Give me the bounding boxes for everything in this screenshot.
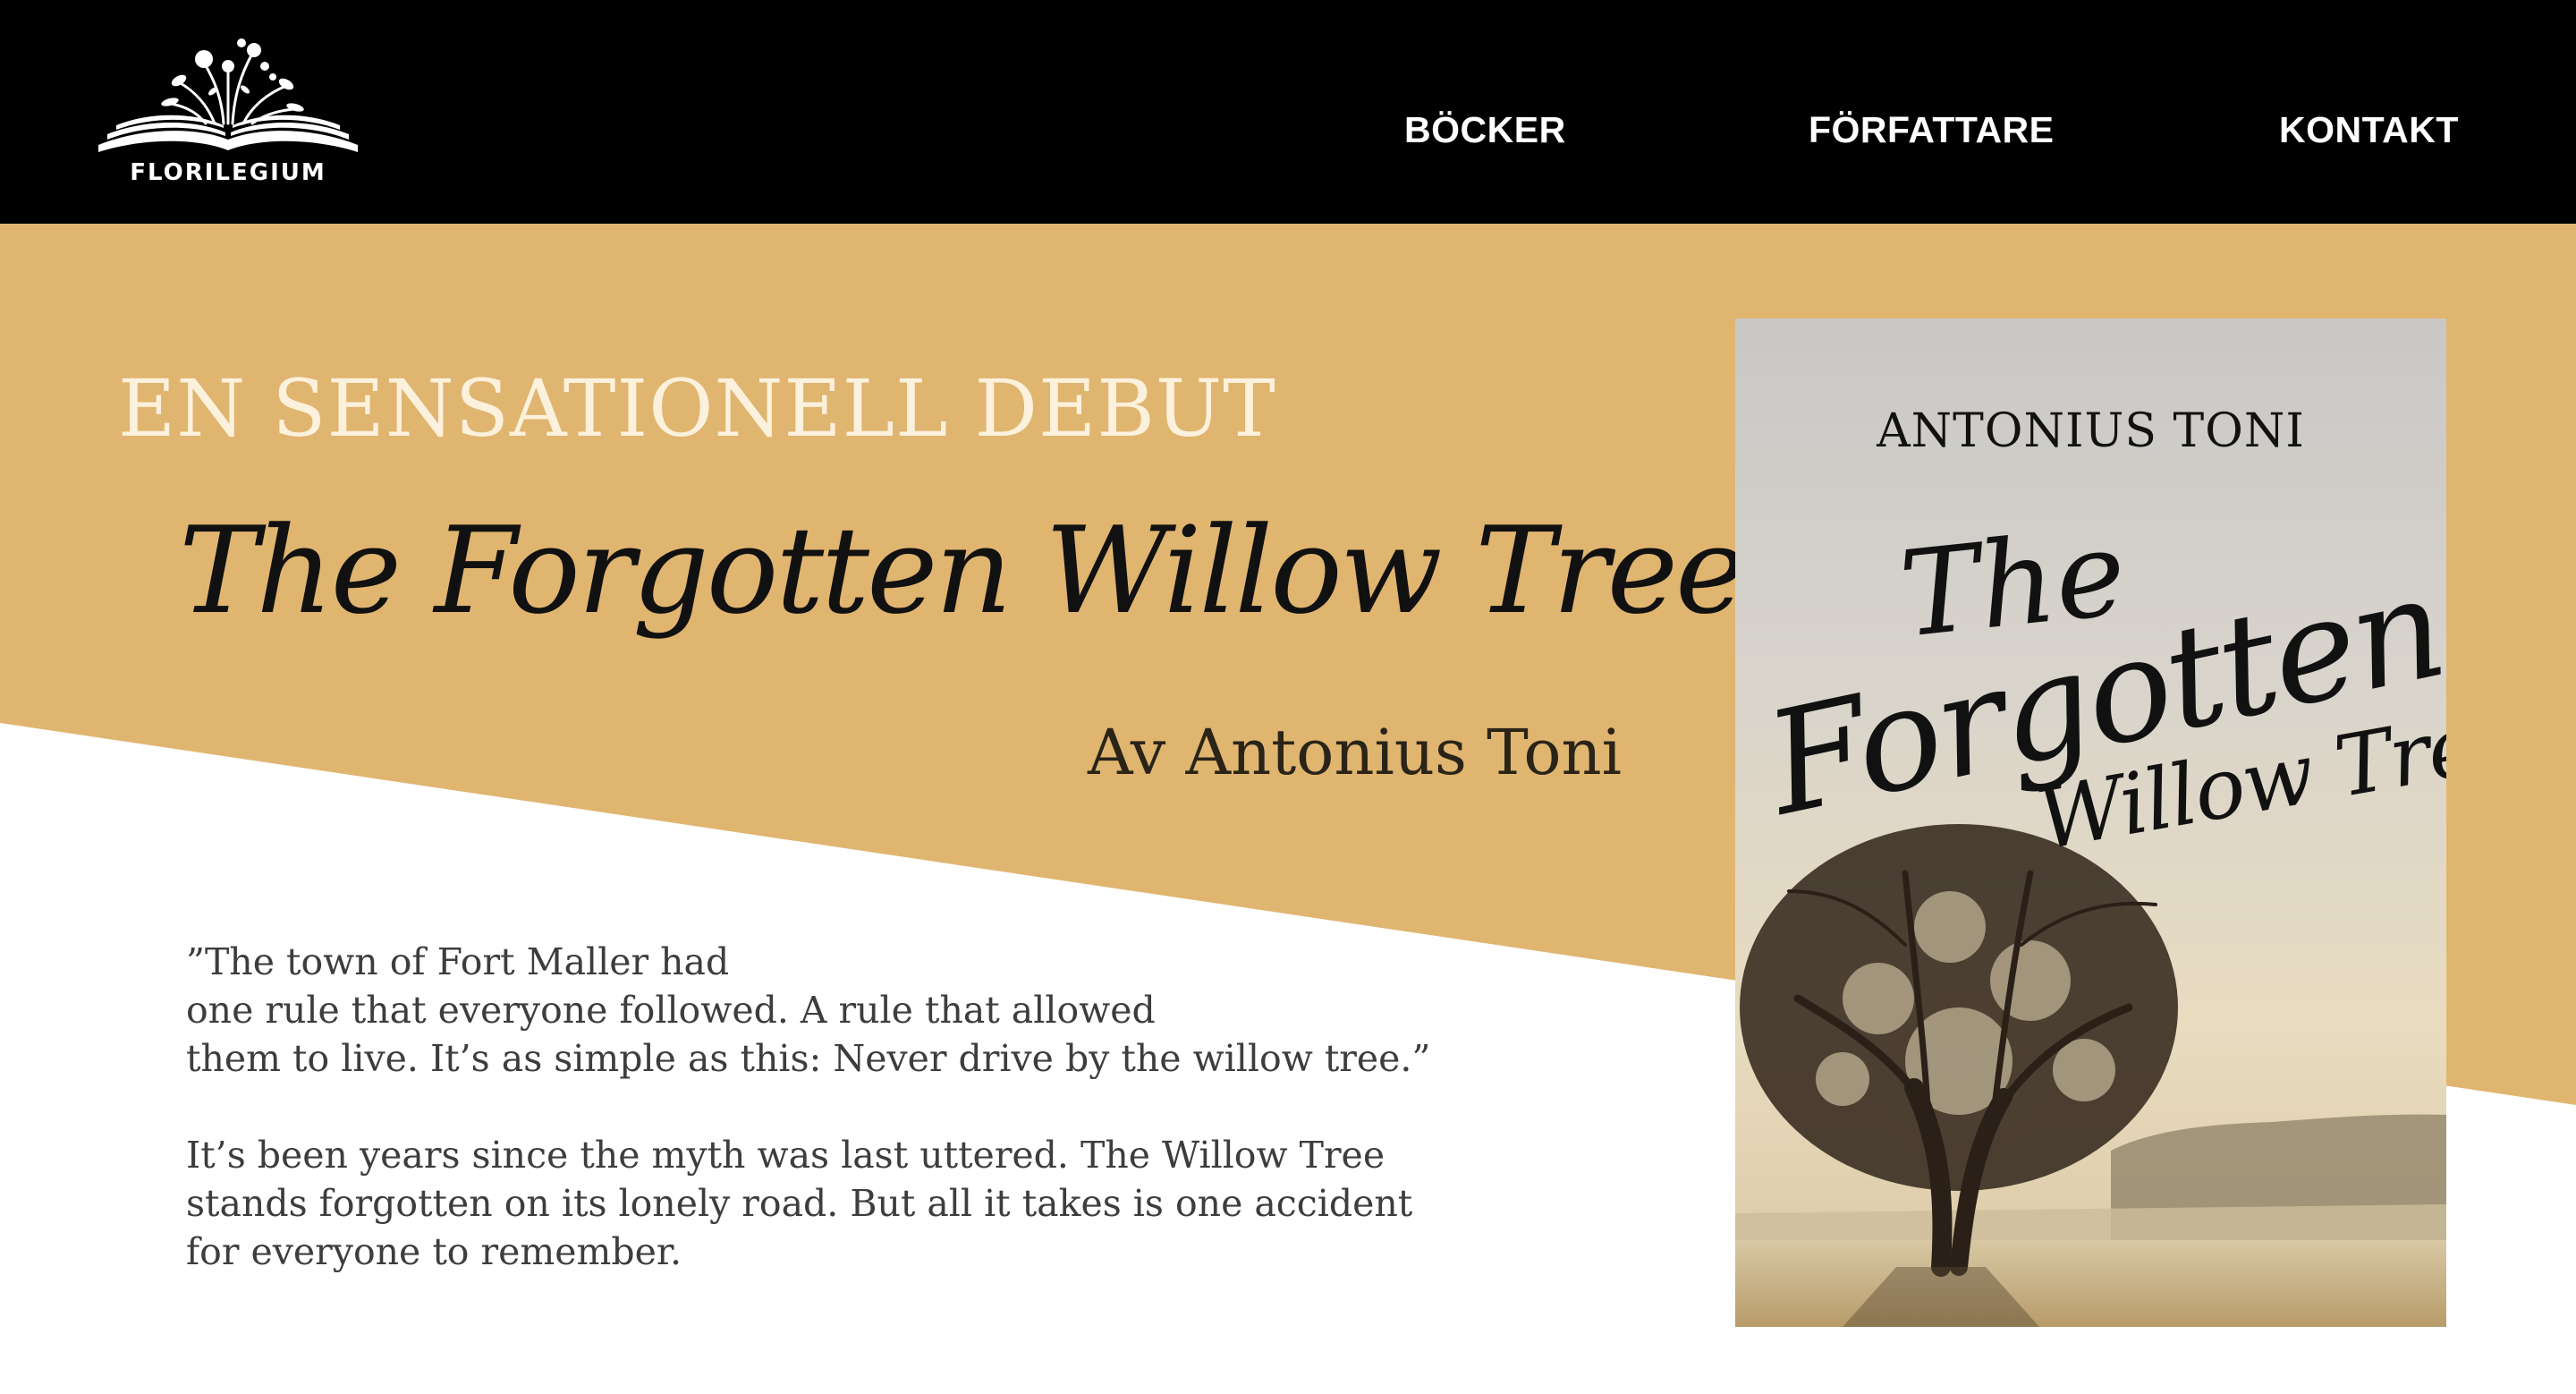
blurb-quote: ”The town of Fort Maller had one rule th… xyxy=(186,938,1483,1083)
book-cover[interactable]: ANTONIUS TONI The Forgotten Willow Tree xyxy=(1735,319,2446,1327)
cover-author: ANTONIUS TONI xyxy=(1877,404,2305,458)
nav-link-contact[interactable]: KONTAKT xyxy=(2279,109,2459,151)
book-blurb: ”The town of Fort Maller had one rule th… xyxy=(186,938,1483,1276)
brand-logo[interactable]: FLORILEGIUM xyxy=(89,27,367,197)
open-book-with-flowers-icon xyxy=(98,38,358,152)
blurb-description: It’s been years since the myth was last … xyxy=(186,1131,1483,1276)
hero-title: The Forgotten Willow Tree xyxy=(179,501,1746,641)
nav-link-books[interactable]: BÖCKER xyxy=(1404,109,1566,151)
site-header: FLORILEGIUM BÖCKER FÖRFATTARE KONTAKT xyxy=(0,0,2576,224)
blurb-line: ”The town of Fort Maller had xyxy=(186,940,730,983)
hero-byline: Av Antonius Toni xyxy=(1088,716,1623,789)
nav-link-authors[interactable]: FÖRFATTARE xyxy=(1809,109,2055,151)
blurb-line: stands forgotten on its lonely road. But… xyxy=(186,1182,1413,1225)
blurb-line: one rule that everyone followed. A rule … xyxy=(186,989,1156,1032)
blurb-line: It’s been years since the myth was last … xyxy=(186,1134,1385,1177)
hero-kicker: EN SENSATIONELL DEBUT xyxy=(118,362,1276,455)
blurb-line: for everyone to remember. xyxy=(186,1230,682,1273)
blurb-line: them to live. It’s as simple as this: Ne… xyxy=(186,1037,1431,1080)
brand-name: FLORILEGIUM xyxy=(130,159,326,186)
